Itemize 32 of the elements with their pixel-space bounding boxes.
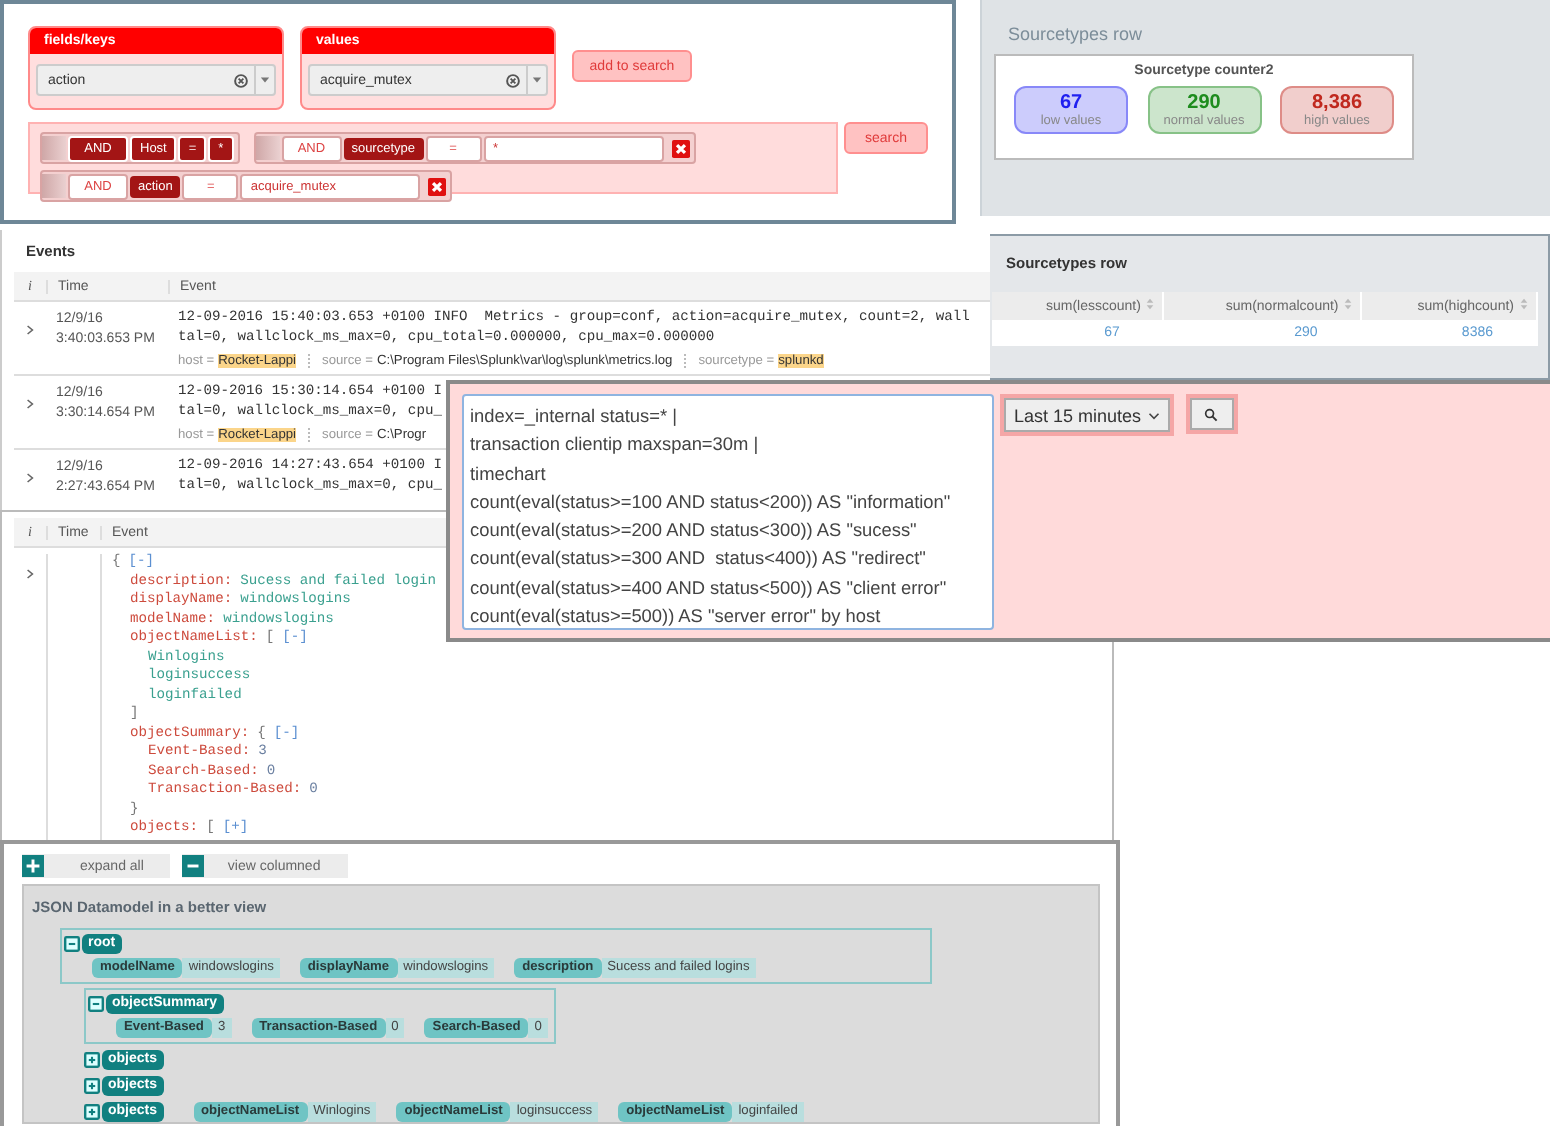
search-icon	[1204, 407, 1219, 421]
chevron-icon[interactable]	[26, 324, 34, 336]
search-button[interactable]	[1189, 398, 1234, 430]
close-icon[interactable]	[428, 177, 447, 195]
minus-icon	[181, 854, 204, 878]
chevron-icon[interactable]	[26, 568, 34, 580]
collapse-icon[interactable]	[64, 935, 80, 951]
expand-icon[interactable]	[84, 1051, 100, 1067]
panel-title: Sourcetypes row	[1006, 24, 1145, 44]
tile-value: 290	[1187, 91, 1221, 113]
time-range-dropdown[interactable]: Last 15 minutes	[1004, 398, 1170, 432]
sort-icon	[1344, 298, 1353, 310]
caret-icon[interactable]	[526, 66, 546, 94]
sort-icon	[1520, 298, 1528, 310]
expand-icon[interactable]	[84, 1103, 100, 1119]
chevron-icon[interactable]	[26, 398, 34, 410]
close-icon[interactable]	[671, 139, 689, 157]
collapse-icon[interactable]	[88, 995, 104, 1011]
tile-value: 8,386	[1311, 91, 1363, 113]
grip-handle[interactable]	[42, 174, 66, 198]
expand-icon[interactable]	[84, 1077, 100, 1093]
caret-icon[interactable]	[254, 66, 274, 94]
chevron-icon[interactable]	[26, 472, 34, 484]
caret-icon	[1147, 411, 1160, 419]
query-field[interactable]: index=_internal status=* | transaction clientip maxspan=30m | timechart count(eval(status>=100 AND status<200)) AS "information" count(eval(status>=200 AND status<300)) AS "sucess" count(eval(status>=300 AND status<400)) AS "redirect" count(eval(status>=400 AND status<500)) AS "client error" count(eval(status>=500)) AS "server error" by host	[462, 394, 994, 630]
grip-handle[interactable]	[255, 136, 280, 160]
sort-icon	[1146, 298, 1155, 310]
tile-value: 67	[1059, 91, 1083, 113]
clear-icon[interactable]	[506, 73, 520, 87]
plus-icon	[22, 854, 44, 878]
grip-handle[interactable]	[42, 136, 66, 160]
clear-icon[interactable]	[234, 73, 248, 87]
